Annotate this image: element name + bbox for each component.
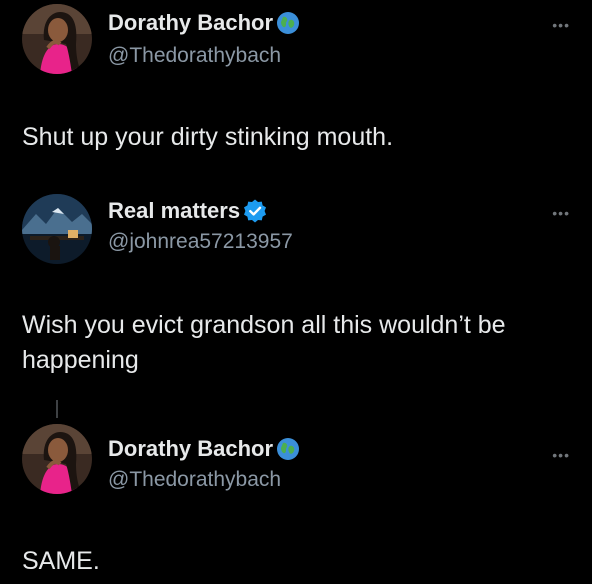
handle[interactable]: @Thedorathybach (108, 44, 281, 68)
tweet-2[interactable]: Real matters @johnrea57213957 ••• Wish y… (0, 186, 592, 396)
author-name-row[interactable]: Dorathy Bachor (108, 10, 301, 36)
display-name[interactable]: Real matters (108, 198, 240, 224)
avatar[interactable] (22, 4, 92, 74)
globe-icon (277, 438, 300, 460)
more-options-icon[interactable]: ••• (552, 206, 570, 220)
tweet-text: SAME. (22, 547, 100, 575)
avatar-image (22, 424, 92, 494)
tweet-text: Shut up your dirty stinking mouth. (22, 123, 394, 151)
more-options-icon[interactable]: ••• (552, 448, 570, 462)
handle[interactable]: @johnrea57213957 (108, 230, 293, 254)
more-options-icon[interactable]: ••• (552, 18, 570, 32)
avatar-image (22, 4, 92, 74)
avatar[interactable] (22, 194, 92, 264)
author-name-row[interactable]: Dorathy Bachor (108, 436, 301, 462)
thread-connector (56, 400, 58, 418)
handle[interactable]: @Thedorathybach (108, 468, 281, 492)
verified-badge-icon (244, 199, 267, 223)
display-name[interactable]: Dorathy Bachor (108, 436, 273, 462)
tweet-3[interactable]: Dorathy Bachor @Thedorathybach ••• SAME. (0, 420, 592, 584)
tweet-text: Wish you evict grandson all this wouldn’… (22, 311, 506, 374)
avatar[interactable] (22, 424, 92, 494)
globe-icon (277, 12, 300, 34)
display-name[interactable]: Dorathy Bachor (108, 10, 273, 36)
tweet-1[interactable]: Dorathy Bachor @Thedorathybach ••• Shut … (0, 0, 592, 170)
avatar-image (22, 194, 92, 264)
author-name-row[interactable]: Real matters (108, 198, 268, 224)
